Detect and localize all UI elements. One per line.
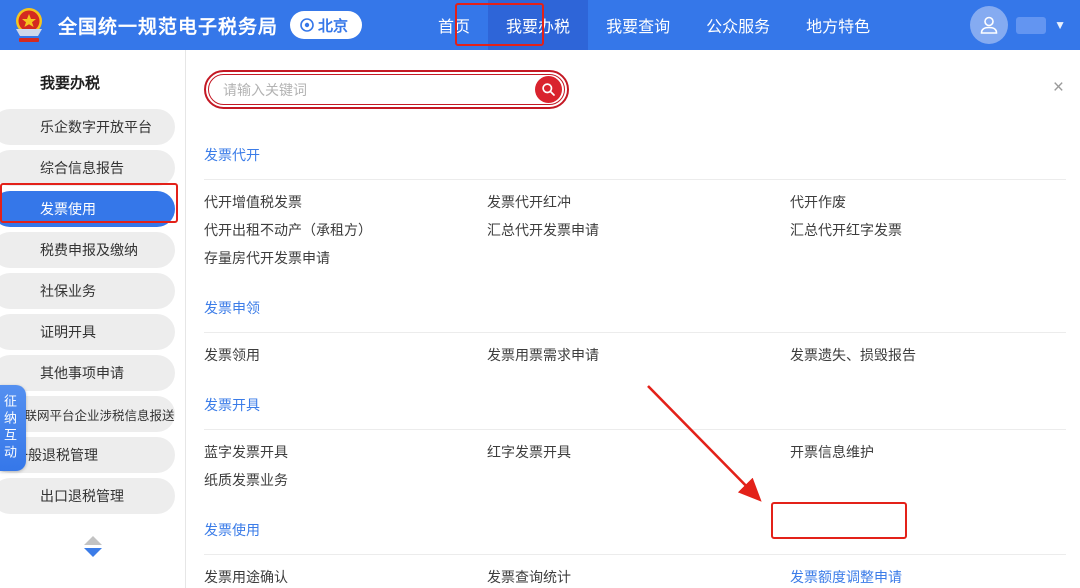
link-row: 蓝字发票开具 红字发票开具 开票信息维护 [204, 438, 1066, 466]
location-label: 北京 [318, 15, 348, 36]
user-avatar[interactable] [970, 6, 1008, 44]
divider [204, 554, 1066, 555]
sidebar-item[interactable]: 一般退税管理 [0, 437, 175, 473]
person-icon [978, 14, 1000, 36]
location-selector[interactable]: 北京 [290, 11, 362, 39]
section-links: 蓝字发票开具 红字发票开具 开票信息维护纸质发票业务 [204, 438, 1066, 494]
service-link[interactable]: 红字发票开具 [487, 442, 571, 462]
sidebar-item[interactable]: 社保业务 [0, 273, 175, 309]
service-link[interactable]: 开票信息维护 [790, 442, 874, 462]
service-link[interactable]: 发票遗失、损毁报告 [790, 345, 916, 365]
service-sections: 发票代开代开增值税发票 发票代开红冲 代开作废代开出租不动产（承租方） 汇总代开发票申… [204, 145, 1066, 588]
nav-item[interactable]: 首页 [420, 0, 488, 50]
section-links: 代开增值税发票 发票代开红冲 代开作废代开出租不动产（承租方） 汇总代开发票申请 汇总代… [204, 188, 1066, 272]
nav-item[interactable]: 我要查询 [588, 0, 688, 50]
service-link[interactable]: 汇总代开发票申请 [487, 220, 599, 240]
service-section: 发票使用发票用途确认 发票查询统计 发票额度调整申请 [204, 520, 1066, 588]
user-zone: ▼ [970, 6, 1066, 44]
sidebar-item[interactable]: 综合信息报告 [0, 150, 175, 186]
username-redacted [1016, 17, 1046, 34]
nav-item[interactable]: 公众服务 [688, 0, 788, 50]
service-link[interactable]: 存量房代开发票申请 [204, 248, 330, 268]
service-link[interactable]: 发票代开红冲 [487, 192, 571, 212]
link-row: 发票领用 发票用票需求申请 发票遗失、损毁报告 [204, 341, 1066, 369]
service-link[interactable]: 发票用途确认 [204, 567, 288, 587]
section-title[interactable]: 发票申领 [204, 298, 260, 318]
service-section: 发票申领发票领用 发票用票需求申请 发票遗失、损毁报告 [204, 298, 1066, 369]
link-row: 发票用途确认 发票查询统计 发票额度调整申请 [204, 563, 1066, 588]
app-title: 全国统一规范电子税务局 [58, 12, 278, 39]
sidebar: 我要办税 乐企数字开放平台综合信息报告发票使用税费申报及缴纳社保业务证明开具其他… [0, 50, 186, 588]
menu-panel: × 发票代开代开增值税发票 发票代开红冲 代开作废代开出租不动产（承租方） 汇总代开发… [186, 50, 1080, 588]
section-title[interactable]: 发票开具 [204, 395, 260, 415]
service-section: 发票开具蓝字发票开具 红字发票开具 开票信息维护纸质发票业务 [204, 395, 1066, 494]
interaction-tab[interactable]: 征纳互动 [0, 385, 26, 471]
scroll-down-icon[interactable] [84, 548, 102, 557]
link-row: 代开增值税发票 发票代开红冲 代开作废 [204, 188, 1066, 216]
sidebar-section-label: 我要办税 [0, 72, 185, 93]
link-row: 代开出租不动产（承租方） 汇总代开发票申请 汇总代开红字发票 [204, 216, 1066, 244]
sidebar-item[interactable]: 其他事项申请 [0, 355, 175, 391]
service-link[interactable]: 纸质发票业务 [204, 470, 288, 490]
section-title[interactable]: 发票使用 [204, 520, 260, 540]
location-pin-icon [300, 18, 314, 32]
service-link[interactable]: 发票领用 [204, 345, 260, 365]
service-link[interactable]: 汇总代开红字发票 [790, 220, 902, 240]
service-link[interactable]: 蓝字发票开具 [204, 442, 288, 462]
sidebar-item[interactable]: 发票使用 [0, 191, 175, 227]
section-links: 发票领用 发票用票需求申请 发票遗失、损毁报告 [204, 341, 1066, 369]
sidebar-pager [0, 536, 185, 557]
divider [204, 429, 1066, 430]
section-links: 发票用途确认 发票查询统计 发票额度调整申请 [204, 563, 1066, 588]
link-row: 纸质发票业务 [204, 466, 1066, 494]
tax-bureau-emblem-icon [10, 5, 48, 45]
service-link[interactable]: 发票额度调整申请 [790, 567, 902, 587]
close-icon[interactable]: × [1053, 78, 1064, 97]
divider [204, 179, 1066, 180]
sidebar-item[interactable]: 出口退税管理 [0, 478, 175, 514]
sidebar-item[interactable]: 税费申报及缴纳 [0, 232, 175, 268]
chevron-down-icon[interactable]: ▼ [1054, 18, 1066, 32]
sidebar-item[interactable]: 互联网平台企业涉税信息报送 [0, 396, 175, 432]
nav-item[interactable]: 地方特色 [788, 0, 888, 50]
service-link[interactable]: 发票查询统计 [487, 567, 571, 587]
service-link[interactable]: 代开增值税发票 [204, 192, 302, 212]
top-navigation: 首页我要办税我要查询公众服务地方特色 [420, 0, 888, 50]
sidebar-menu: 乐企数字开放平台综合信息报告发票使用税费申报及缴纳社保业务证明开具其他事项申请互… [0, 109, 185, 514]
service-section: 发票代开代开增值税发票 发票代开红冲 代开作废代开出租不动产（承租方） 汇总代开发票申… [204, 145, 1066, 272]
service-link[interactable]: 代开作废 [790, 192, 846, 212]
sidebar-item[interactable]: 证明开具 [0, 314, 175, 350]
nav-item[interactable]: 我要办税 [488, 0, 588, 50]
app-header: 全国统一规范电子税务局 北京 首页我要办税我要查询公众服务地方特色 ▼ [0, 0, 1080, 50]
search-icon [541, 82, 556, 97]
scroll-up-icon[interactable] [84, 536, 102, 545]
section-title[interactable]: 发票代开 [204, 145, 260, 165]
service-link[interactable]: 代开出租不动产（承租方） [204, 220, 372, 240]
sidebar-item[interactable]: 乐企数字开放平台 [0, 109, 175, 145]
search-input[interactable] [209, 82, 535, 98]
divider [204, 332, 1066, 333]
search-button[interactable] [535, 76, 562, 103]
link-row: 存量房代开发票申请 [204, 244, 1066, 272]
service-link[interactable]: 发票用票需求申请 [487, 345, 599, 365]
search-bar [204, 70, 569, 109]
